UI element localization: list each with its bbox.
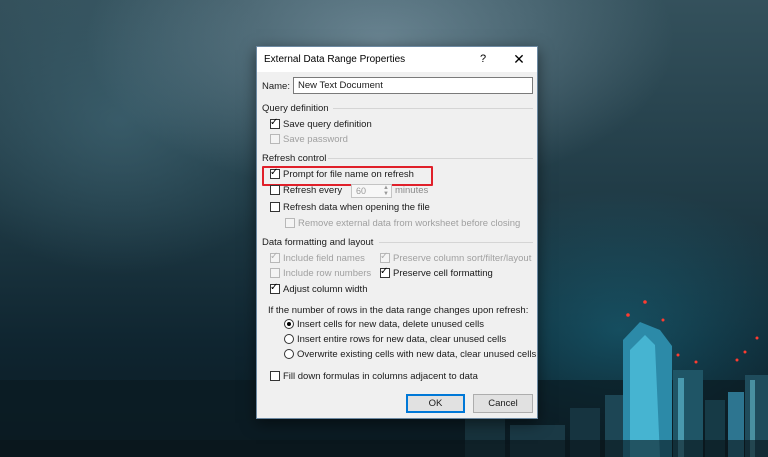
check-icon: ✓ [380, 266, 389, 277]
data-formatting-heading: Data formatting and layout [262, 237, 374, 248]
spinner-arrows-icon[interactable]: ▲ ▼ [381, 185, 391, 197]
ok-button[interactable]: OK [406, 394, 465, 413]
check-icon: ✓ [270, 117, 279, 128]
check-icon: ✓ [270, 167, 279, 178]
query-definition-heading: Query definition [262, 103, 329, 114]
adjust-column-width-checkbox[interactable]: ✓ [270, 282, 280, 294]
prompt-file-name-label: Prompt for file name on refresh [283, 169, 414, 180]
refresh-on-open-checkbox[interactable] [270, 202, 280, 212]
radio-selected-icon [287, 322, 291, 326]
remove-external-data-label: Remove external data from worksheet befo… [298, 218, 521, 229]
insert-cells-label: Insert cells for new data, delete unused… [297, 319, 484, 330]
dialog-title: External Data Range Properties [264, 54, 406, 65]
insert-rows-label: Insert entire rows for new data, clear u… [297, 334, 507, 345]
external-data-range-properties-dialog: External Data Range Properties ? ✕ Name:… [256, 46, 538, 419]
save-query-definition-label: Save query definition [283, 119, 372, 130]
refresh-interval-value: 60 [356, 186, 367, 196]
group-divider [328, 158, 533, 159]
preserve-cell-formatting-label: Preserve cell formatting [393, 268, 493, 279]
insert-cells-radio[interactable] [284, 319, 294, 329]
include-row-numbers-label: Include row numbers [283, 268, 372, 279]
include-field-names-label: Include field names [283, 253, 365, 264]
save-query-definition-checkbox[interactable]: ✓ [270, 117, 280, 129]
preserve-sort-checkbox[interactable]: ✓ [380, 251, 390, 263]
insert-rows-radio[interactable] [284, 334, 294, 344]
preserve-cell-formatting-checkbox[interactable]: ✓ [380, 266, 390, 278]
refresh-interval-unit: minutes [395, 185, 429, 196]
check-icon: ✓ [380, 251, 389, 262]
cancel-button[interactable]: Cancel [473, 394, 533, 413]
adjust-column-width-label: Adjust column width [283, 284, 368, 295]
save-password-checkbox[interactable] [270, 134, 280, 144]
help-button[interactable]: ? [465, 47, 501, 72]
close-button[interactable]: ✕ [501, 47, 537, 72]
name-label: Name: [262, 81, 290, 92]
save-password-label: Save password [283, 134, 348, 145]
check-icon: ✓ [270, 251, 279, 262]
refresh-every-label: Refresh every [283, 185, 343, 196]
fill-down-formulas-checkbox[interactable] [270, 371, 280, 381]
refresh-interval-spinner[interactable]: 60 ▲ ▼ [351, 184, 392, 198]
include-row-numbers-checkbox[interactable] [270, 268, 280, 278]
remove-external-data-checkbox[interactable] [285, 218, 295, 228]
name-input[interactable]: New Text Document [293, 77, 533, 94]
fill-down-formulas-label: Fill down formulas in columns adjacent t… [283, 371, 478, 382]
preserve-sort-label: Preserve column sort/filter/layout [393, 253, 532, 264]
group-divider [333, 108, 533, 109]
check-icon: ✓ [270, 282, 279, 293]
rows-change-prompt: If the number of rows in the data range … [268, 305, 529, 316]
overwrite-cells-radio[interactable] [284, 349, 294, 359]
include-field-names-checkbox[interactable]: ✓ [270, 251, 280, 263]
refresh-on-open-label: Refresh data when opening the file [283, 202, 430, 213]
overwrite-cells-label: Overwrite existing cells with new data, … [297, 349, 537, 360]
refresh-every-checkbox[interactable] [270, 185, 280, 195]
dialog-titlebar[interactable]: External Data Range Properties ? ✕ [257, 47, 537, 72]
refresh-control-heading: Refresh control [262, 153, 327, 164]
prompt-file-name-checkbox[interactable]: ✓ [270, 167, 280, 179]
group-divider [379, 242, 533, 243]
